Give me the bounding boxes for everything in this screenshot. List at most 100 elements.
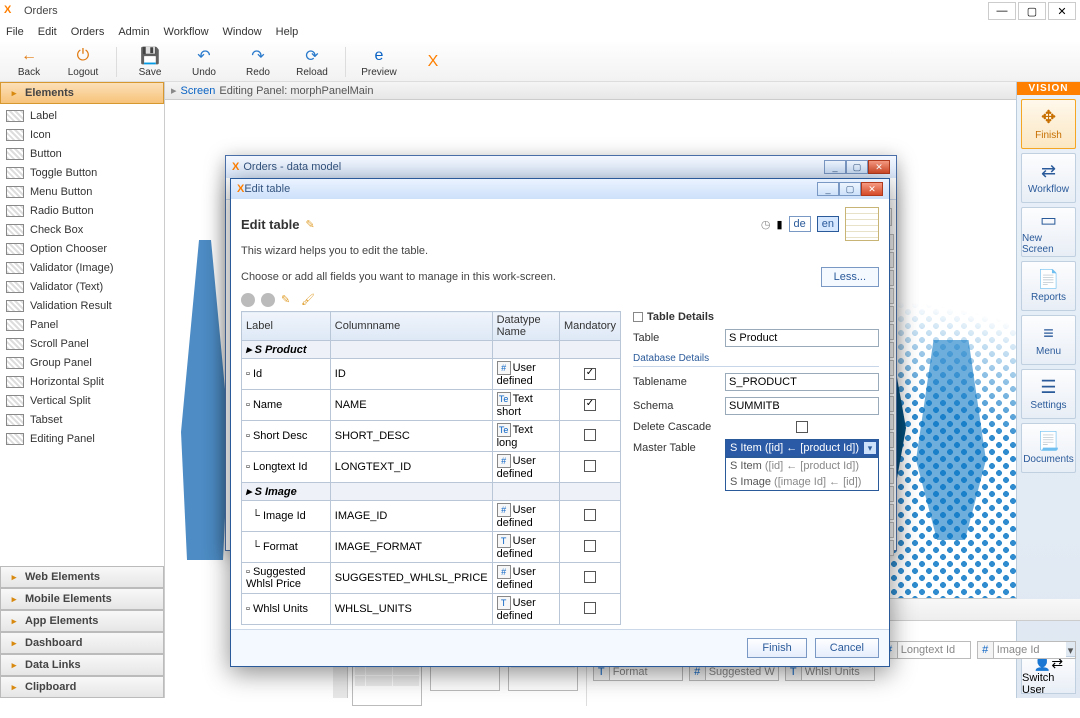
maximize-button[interactable]: ▢: [846, 160, 868, 174]
column-header[interactable]: Mandatory: [560, 312, 621, 341]
table-row[interactable]: ▫ NameNAMETeText short: [242, 390, 621, 421]
pencil-icon[interactable]: ✎: [281, 293, 295, 307]
brush-icon[interactable]: 🖌: [301, 293, 315, 307]
palette-item[interactable]: Panel: [0, 315, 164, 334]
tool-dot-icon[interactable]: [241, 293, 255, 307]
palette-item[interactable]: Group Panel: [0, 353, 164, 372]
palette-item[interactable]: Editing Panel: [0, 429, 164, 448]
logout-button[interactable]: ⏻Logout: [62, 45, 104, 78]
rail-reports-button[interactable]: 📄Reports: [1021, 261, 1076, 311]
table-row[interactable]: └ FormatIMAGE_FORMATTUser defined: [242, 532, 621, 563]
dropdown-option[interactable]: S Image ([image Id] ← [id]): [726, 474, 878, 490]
schema-input[interactable]: [725, 397, 879, 415]
column-header[interactable]: Columnname: [330, 312, 492, 341]
redo-button[interactable]: ↷Redo: [237, 45, 279, 78]
menu-edit[interactable]: Edit: [38, 26, 57, 38]
unused-editor[interactable]: #: [881, 641, 971, 659]
minimize-button[interactable]: —: [988, 2, 1016, 20]
table-row[interactable]: ▫ Longtext IdLONGTEXT_ID#User defined: [242, 452, 621, 483]
close-button[interactable]: ✕: [1048, 2, 1076, 20]
table-row[interactable]: ▫ Whlsl UnitsWHLSL_UNITSTUser defined: [242, 594, 621, 625]
mandatory-checkbox[interactable]: [584, 571, 596, 583]
palette-section[interactable]: ▸Dashboard: [0, 632, 164, 654]
fields-table[interactable]: LabelColumnnameDatatype NameMandatory ▸ …: [241, 311, 621, 625]
close-button[interactable]: ✕: [868, 160, 890, 174]
lang-de-button[interactable]: de: [789, 216, 811, 232]
table-row[interactable]: ▫ IdID#User defined: [242, 359, 621, 390]
palette-section-elements[interactable]: ▸ Elements: [0, 82, 164, 104]
palette-section[interactable]: ▸Data Links: [0, 654, 164, 676]
table-row[interactable]: └ Image IdIMAGE_ID#User defined: [242, 501, 621, 532]
minimize-button[interactable]: _: [824, 160, 846, 174]
column-header[interactable]: Datatype Name: [492, 312, 559, 341]
maximize-button[interactable]: ▢: [839, 182, 861, 196]
palette-item[interactable]: Validator (Text): [0, 277, 164, 296]
rail-newscreen-button[interactable]: ▭New Screen: [1021, 207, 1076, 257]
rail-workflow-button[interactable]: ⇄Workflow: [1021, 153, 1076, 203]
master-table-select[interactable]: S Item ([id] ← [product Id]) ▾ S Item ([…: [725, 439, 879, 457]
palette-section[interactable]: ▸App Elements: [0, 610, 164, 632]
clock-icon[interactable]: ◷: [761, 218, 771, 231]
delete-cascade-checkbox[interactable]: [796, 421, 808, 433]
palette-item[interactable]: Validator (Image): [0, 258, 164, 277]
close-button[interactable]: ✕: [861, 182, 883, 196]
menu-workflow[interactable]: Workflow: [164, 26, 209, 38]
mandatory-checkbox[interactable]: [584, 429, 596, 441]
palette-item[interactable]: Validation Result: [0, 296, 164, 315]
table-name-input[interactable]: [725, 329, 879, 347]
xmenu-button[interactable]: X: [412, 51, 454, 73]
tablename-input[interactable]: [725, 373, 879, 391]
palette-item[interactable]: Label: [0, 106, 164, 125]
palette-section[interactable]: ▸Web Elements: [0, 566, 164, 588]
mandatory-checkbox[interactable]: [584, 602, 596, 614]
breadcrumb-link[interactable]: Screen: [181, 85, 216, 97]
rail-finish-button[interactable]: ✥Finish: [1021, 99, 1076, 149]
column-header[interactable]: Label: [242, 312, 331, 341]
rail-documents-button[interactable]: 📃Documents: [1021, 423, 1076, 473]
dropdown-option[interactable]: S Item ([id] ← [product Id]): [726, 458, 878, 474]
unused-editor[interactable]: #▾: [977, 641, 1077, 659]
save-button[interactable]: 💾Save: [129, 45, 171, 78]
palette-section[interactable]: ▸Clipboard: [0, 676, 164, 698]
palette-item[interactable]: Horizontal Split: [0, 372, 164, 391]
table-group-row[interactable]: ▸ S Product: [242, 341, 621, 359]
tool-dot-icon[interactable]: [261, 293, 275, 307]
undo-button[interactable]: ↶Undo: [183, 45, 225, 78]
palette-item[interactable]: Button: [0, 144, 164, 163]
palette-item[interactable]: Icon: [0, 125, 164, 144]
palette-item[interactable]: Scroll Panel: [0, 334, 164, 353]
table-row[interactable]: ▫ Short DescSHORT_DESCTeText long: [242, 421, 621, 452]
palette-item[interactable]: Tabset: [0, 410, 164, 429]
minimize-button[interactable]: _: [817, 182, 839, 196]
less-button[interactable]: Less...: [821, 267, 879, 287]
palette-item[interactable]: Vertical Split: [0, 391, 164, 410]
table-group-row[interactable]: ▸ S Image: [242, 483, 621, 501]
data-model-titlebar[interactable]: X Orders - data model _ ▢ ✕: [226, 156, 896, 178]
rail-menu-button[interactable]: ≡Menu: [1021, 315, 1076, 365]
mandatory-checkbox[interactable]: [584, 460, 596, 472]
palette-item[interactable]: Check Box: [0, 220, 164, 239]
palette-item[interactable]: Menu Button: [0, 182, 164, 201]
mandatory-checkbox[interactable]: [584, 368, 596, 380]
cancel-button[interactable]: Cancel: [815, 638, 879, 658]
chevron-down-icon[interactable]: ▾: [1066, 644, 1076, 657]
reload-button[interactable]: ⟳Reload: [291, 45, 333, 78]
palette-item[interactable]: Option Chooser: [0, 239, 164, 258]
palette-item[interactable]: Radio Button: [0, 201, 164, 220]
menu-file[interactable]: File: [6, 26, 24, 38]
back-button[interactable]: ←Back: [8, 45, 50, 78]
palette-item[interactable]: Toggle Button: [0, 163, 164, 182]
flag-icon[interactable]: ▮: [776, 218, 782, 231]
checkbox-icon[interactable]: [633, 312, 643, 322]
mandatory-checkbox[interactable]: [584, 540, 596, 552]
table-row[interactable]: ▫ Suggested Whlsl PriceSUGGESTED_WHLSL_P…: [242, 563, 621, 594]
menu-admin[interactable]: Admin: [118, 26, 149, 38]
menu-orders[interactable]: Orders: [71, 26, 105, 38]
lang-en-button[interactable]: en: [817, 216, 839, 232]
mandatory-checkbox[interactable]: [584, 509, 596, 521]
mandatory-checkbox[interactable]: [584, 399, 596, 411]
rail-settings-button[interactable]: ☰Settings: [1021, 369, 1076, 419]
maximize-button[interactable]: ▢: [1018, 2, 1046, 20]
preview-button[interactable]: ePreview: [358, 45, 400, 78]
dialog-titlebar[interactable]: X Edit table _ ▢ ✕: [231, 179, 889, 199]
